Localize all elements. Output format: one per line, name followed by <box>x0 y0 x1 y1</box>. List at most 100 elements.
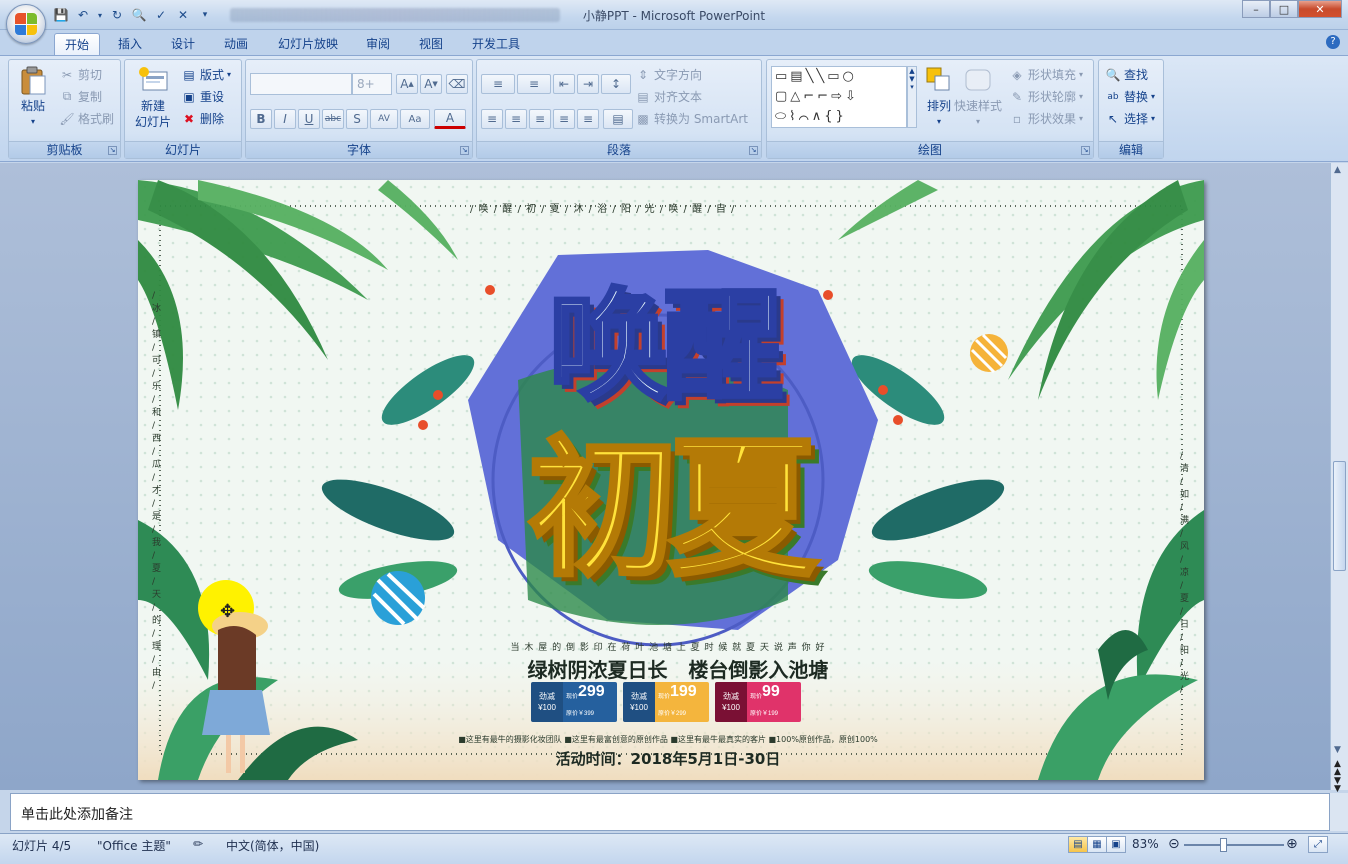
fit-to-window-button[interactable]: ⤢ <box>1308 836 1328 853</box>
notes-pane[interactable]: 单击此处添加备注 <box>10 793 1330 831</box>
strikethrough-button[interactable]: abc <box>322 109 344 129</box>
align-text-button[interactable]: ▤ 对齐文本 <box>635 88 702 105</box>
clear-formatting-button[interactable]: ⌫ <box>446 74 468 94</box>
scroll-down-icon[interactable]: ▼ <box>1334 746 1341 755</box>
tab-design[interactable]: 设计 <box>163 33 203 55</box>
shapes-gallery[interactable]: ▭▤╲╲▭○ ▢△⌐⌐⇨⇩ ⬭⌇⌒∧{} <box>771 66 907 128</box>
minimize-button[interactable]: – <box>1242 0 1270 18</box>
layout-icon: ▤ <box>183 67 195 82</box>
tab-animations[interactable]: 动画 <box>216 33 256 55</box>
tab-home[interactable]: 开始 <box>54 33 100 55</box>
increase-indent-button[interactable]: ⇥ <box>577 74 599 94</box>
mouse-cursor-icon: ✥ <box>220 601 236 622</box>
font-launcher-icon[interactable]: ↘ <box>460 146 469 155</box>
office-button[interactable] <box>6 4 46 44</box>
vertical-scrollbar[interactable]: ▲ ▼ ▲ ▲ ▼ ▼ <box>1330 163 1348 794</box>
zoom-in-icon[interactable]: ⊕ <box>1286 836 1298 852</box>
zoom-slider-track[interactable] <box>1184 844 1284 846</box>
font-size-combobox[interactable]: 8+ <box>352 73 392 95</box>
distribute-button[interactable]: ≡ <box>577 109 599 129</box>
paragraph-group-label: 段落 <box>477 141 761 158</box>
scrollbar-thumb[interactable] <box>1333 461 1346 571</box>
layout-button[interactable]: ▤ 版式 ▾ <box>181 66 231 83</box>
help-icon[interactable]: ? <box>1326 35 1340 49</box>
maximize-button[interactable]: □ <box>1270 0 1298 18</box>
align-right-button[interactable]: ≡ <box>529 109 551 129</box>
cut-button[interactable]: ✂ 剪切 <box>59 66 102 83</box>
shrink-font-button[interactable]: A ▼ <box>420 74 442 94</box>
delete-slide-button[interactable]: ✖ 删除 <box>181 110 224 127</box>
select-button[interactable]: ↖ 选择 ▾ <box>1105 110 1155 127</box>
align-center-button[interactable]: ≡ <box>505 109 527 129</box>
grow-font-button[interactable]: A ▲ <box>396 74 418 94</box>
font-group-label: 字体 <box>246 141 472 158</box>
tab-slideshow[interactable]: 幻灯片放映 <box>270 33 346 55</box>
clipboard-launcher-icon[interactable]: ↘ <box>108 146 117 155</box>
tab-insert[interactable]: 插入 <box>110 33 150 55</box>
zoom-out-icon[interactable]: ⊝ <box>1168 836 1180 852</box>
tab-developer[interactable]: 开发工具 <box>464 33 528 55</box>
text-direction-button[interactable]: ⇕ 文字方向 <box>635 66 702 83</box>
shape-fill-button[interactable]: ◈ 形状填充 ▾ <box>1009 66 1083 83</box>
tab-review[interactable]: 审阅 <box>358 33 398 55</box>
normal-view-button[interactable]: ▤ <box>1068 836 1088 853</box>
bullets-button[interactable]: ≡ <box>481 74 515 94</box>
right-vertical-text: / 清 / 如 / 满 / 风 / 凉 / 夏 / 日 / 阳 / 光 / <box>1180 451 1190 695</box>
italic-button[interactable]: I <box>274 109 296 129</box>
numbering-button[interactable]: ≡ <box>517 74 551 94</box>
slides-group: 新建 幻灯片 ▤ 版式 ▾ ▣ 重设 ✖ 删除 幻灯片 <box>124 59 242 159</box>
justify-button[interactable]: ≡ <box>553 109 575 129</box>
tab-view[interactable]: 视图 <box>411 33 451 55</box>
character-spacing-button[interactable]: AV <box>370 109 398 129</box>
slideshow-view-button[interactable]: ▣ <box>1106 836 1126 853</box>
shape-effects-label: 形状效果 <box>1028 112 1077 126</box>
underline-button[interactable]: U <box>298 109 320 129</box>
scroll-up-icon[interactable]: ▲ <box>1334 165 1341 175</box>
window-title: 小静PPT - Microsoft PowerPoint <box>582 9 766 23</box>
coupon-discount: ¥100 <box>722 703 740 712</box>
shape-effects-button[interactable]: ▫ 形状效果 ▾ <box>1009 110 1083 127</box>
zoom-slider-thumb[interactable] <box>1220 838 1227 852</box>
slide-sorter-view-button[interactable]: ▦ <box>1087 836 1107 853</box>
drawing-group-label: 绘图 <box>767 141 1093 158</box>
notes-placeholder: 单击此处添加备注 <box>21 807 133 823</box>
bold-button[interactable]: B <box>250 109 272 129</box>
quick-styles-button[interactable]: 快速样式 ▾ <box>953 64 1003 130</box>
line-spacing-button[interactable]: ↕ <box>601 74 631 94</box>
convert-smartart-button[interactable]: ▩ 转换为 SmartArt <box>635 110 748 127</box>
arrange-label: 排列 <box>926 99 951 113</box>
new-slide-label-1: 新建 <box>140 99 165 113</box>
drawing-launcher-icon[interactable]: ↘ <box>1081 146 1090 155</box>
close-button[interactable]: ✕ <box>1298 0 1342 18</box>
copy-button[interactable]: ⧉ 复制 <box>59 88 102 105</box>
shape-outline-button[interactable]: ✎ 形状轮廓 ▾ <box>1009 88 1083 105</box>
font-name-combobox[interactable] <box>250 73 352 95</box>
change-case-button[interactable]: Aa <box>400 109 430 129</box>
slide-canvas[interactable]: / 唤 / 醒 / 初 / 夏 / 沐 / 浴 / 阳 / 光 / 唤 / 醒 … <box>138 180 1204 780</box>
previous-slide-icon[interactable]: ▲ ▲ <box>1334 760 1341 777</box>
window-controls: – □ ✕ <box>1242 0 1342 18</box>
new-slide-icon <box>139 67 168 91</box>
text-shadow-button[interactable]: S <box>346 109 368 129</box>
new-slide-button[interactable]: 新建 幻灯片 <box>129 64 177 130</box>
paste-dropdown-icon: ▾ <box>30 117 35 126</box>
columns-button[interactable]: ▤ <box>603 109 633 129</box>
replace-button[interactable]: ab 替换 ▾ <box>1105 88 1155 105</box>
paragraph-launcher-icon[interactable]: ↘ <box>749 146 758 155</box>
coupon-tag: 劲减 ¥100 <box>623 682 655 722</box>
next-slide-icon[interactable]: ▼ ▼ <box>1334 777 1341 794</box>
format-painter-button[interactable]: 🖌 格式刷 <box>59 110 114 127</box>
arrange-icon <box>926 67 950 91</box>
font-color-button[interactable]: A <box>434 109 466 129</box>
zoom-level[interactable]: 83% <box>1132 837 1159 851</box>
align-left-button[interactable]: ≡ <box>481 109 503 129</box>
shapes-gallery-scroll[interactable]: ▲ ▼ ▾ <box>907 66 917 128</box>
decrease-indent-button[interactable]: ⇤ <box>553 74 575 94</box>
spell-check-icon[interactable]: ✏ <box>193 837 203 851</box>
reset-button[interactable]: ▣ 重设 <box>181 88 224 105</box>
find-button[interactable]: 🔍 查找 <box>1105 66 1149 83</box>
paste-button[interactable]: 粘贴 ▾ <box>15 64 51 130</box>
coupon-card: 劲减 ¥100 现价 199 原价￥299 <box>623 682 709 722</box>
theme-name: "Office 主题" <box>97 839 171 853</box>
notes-scrollbar[interactable] <box>1330 793 1348 831</box>
